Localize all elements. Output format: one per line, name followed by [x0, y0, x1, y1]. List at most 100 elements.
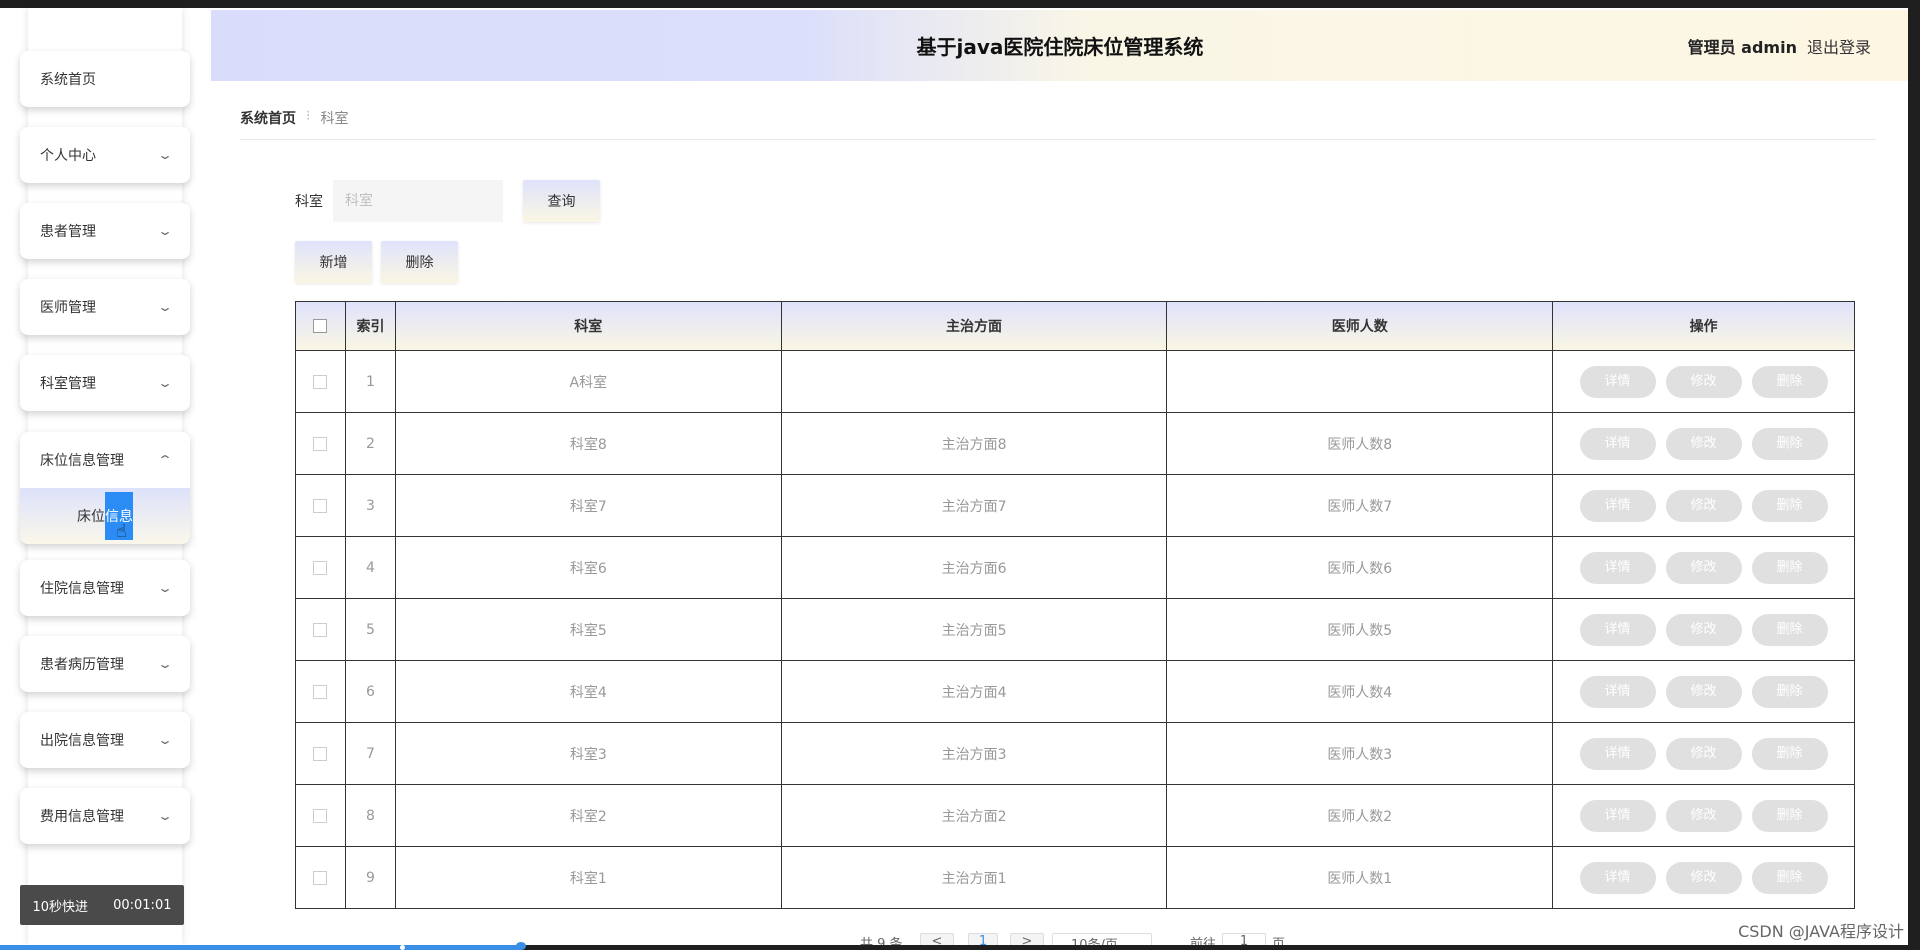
detail-button[interactable]: 详情 [1579, 675, 1656, 708]
query-button[interactable]: 查询 [523, 180, 600, 222]
sidebar-item-label: 患者管理 [40, 224, 96, 240]
delete-button[interactable]: 删除 [1751, 737, 1828, 770]
edit-button[interactable]: 修改 [1665, 675, 1742, 708]
window-top-bar [0, 0, 1920, 8]
sidebar-item-patient-management[interactable]: 患者管理 ⌄ [20, 203, 190, 259]
cell-department: 科室2 [394, 784, 782, 847]
cell-department: 科室7 [394, 474, 782, 537]
delete-button[interactable]: 删除 [1751, 613, 1828, 646]
sidebar-item-home[interactable]: 系统首页 [20, 51, 190, 107]
row-checkbox[interactable] [313, 560, 328, 575]
cell-actions: 详情 修改 删除 [1552, 722, 1855, 785]
playback-time: 00:01:01 [113, 897, 172, 913]
cell-department: 科室5 [394, 598, 782, 661]
column-header-doctor-count: 医师人数 [1166, 301, 1554, 351]
cell-index: 1 [344, 350, 396, 413]
row-checkbox[interactable] [313, 622, 328, 637]
row-checkbox[interactable] [313, 498, 328, 513]
delete-button[interactable]: 删除 [1751, 799, 1828, 832]
row-checkbox[interactable] [313, 436, 328, 451]
edit-button[interactable]: 修改 [1665, 799, 1742, 832]
detail-button[interactable]: 详情 [1579, 613, 1656, 646]
delete-button[interactable]: 删除 [1751, 427, 1828, 460]
cell-doctor-count: 医师人数6 [1166, 536, 1554, 599]
department-table: 索引 科室 主治方面 医师人数 操作 1 A科室 详情 修改 删除 2 科室8 主治方面8 医师… [295, 301, 1855, 909]
sidebar-item-admission-management[interactable]: 住院信息管理 ⌄ [20, 560, 190, 616]
detail-button[interactable]: 详情 [1579, 861, 1656, 894]
detail-button[interactable]: 详情 [1579, 737, 1656, 770]
breadcrumb-home[interactable]: 系统首页 [240, 108, 296, 128]
cell-department: 科室1 [394, 846, 782, 909]
sidebar-item-medical-record-management[interactable]: 患者病历管理 ⌄ [20, 636, 190, 692]
cell-specialty: 主治方面6 [780, 536, 1168, 599]
select-all-checkbox[interactable] [313, 319, 328, 333]
sidebar-item-label: 费用信息管理 [40, 809, 124, 825]
delete-button[interactable]: 删除 [1751, 365, 1828, 398]
cell-index: 8 [344, 784, 396, 847]
cell-actions: 详情 修改 删除 [1552, 536, 1855, 599]
delete-button[interactable]: 删除 [1751, 861, 1828, 894]
row-checkbox[interactable] [313, 808, 328, 823]
row-select-cell [295, 412, 346, 475]
video-progress-handle[interactable] [516, 942, 526, 950]
sidebar-item-bed-info-management[interactable]: 床位信息管理 ⌃ [20, 432, 190, 488]
sidebar-menu-bed-info: 床位信息管理 ⌃ 床位 信息 ☝ [20, 432, 190, 544]
cell-specialty: 主治方面8 [780, 412, 1168, 475]
edit-button[interactable]: 修改 [1665, 427, 1742, 460]
chevron-down-icon: ⌄ [156, 376, 174, 390]
edit-button[interactable]: 修改 [1665, 613, 1742, 646]
cell-department: A科室 [394, 350, 782, 413]
row-checkbox[interactable] [313, 684, 328, 699]
delete-button[interactable]: 删除 [1751, 675, 1828, 708]
row-select-cell [295, 350, 346, 413]
department-search-input[interactable] [333, 180, 503, 222]
column-header-actions: 操作 [1552, 301, 1855, 351]
edit-button[interactable]: 修改 [1665, 737, 1742, 770]
delete-button[interactable]: 删除 [1751, 489, 1828, 522]
cell-doctor-count: 医师人数4 [1166, 660, 1554, 723]
detail-button[interactable]: 详情 [1579, 365, 1656, 398]
sidebar-item-label: 床位信息管理 [40, 453, 124, 469]
sidebar-item-discharge-management[interactable]: 出院信息管理 ⌄ [20, 712, 190, 768]
detail-button[interactable]: 详情 [1579, 551, 1656, 584]
table-row: 4 科室6 主治方面6 医师人数6 详情 修改 删除 [295, 536, 1855, 599]
edit-button[interactable]: 修改 [1665, 551, 1742, 584]
cell-actions: 详情 修改 删除 [1552, 350, 1855, 413]
edit-button[interactable]: 修改 [1665, 365, 1742, 398]
cell-actions: 详情 修改 删除 [1552, 784, 1855, 847]
chevron-down-icon: ⌄ [156, 657, 174, 671]
chevron-down-icon: ⌄ [156, 224, 174, 238]
cell-specialty [780, 350, 1168, 413]
cell-index: 4 [344, 536, 396, 599]
edit-button[interactable]: 修改 [1665, 489, 1742, 522]
cell-index: 5 [344, 598, 396, 661]
row-checkbox[interactable] [313, 374, 328, 389]
sidebar-item-personal-center[interactable]: 个人中心 ⌄ [20, 127, 190, 183]
cell-department: 科室8 [394, 412, 782, 475]
chevron-down-icon: ⌄ [156, 148, 174, 162]
row-checkbox[interactable] [313, 746, 328, 761]
sidebar-subitem-bed-info[interactable]: 床位 信息 ☝ [20, 488, 190, 544]
top-header: 基于java医院住院床位管理系统 管理员 admin 退出登录 [211, 10, 1909, 81]
cell-specialty: 主治方面3 [780, 722, 1168, 785]
search-label: 科室 [295, 194, 323, 210]
sidebar-item-fee-management[interactable]: 费用信息管理 ⌄ [20, 788, 190, 844]
delete-button[interactable]: 删除 [1751, 551, 1828, 584]
table-row: 5 科室5 主治方面5 医师人数5 详情 修改 删除 [295, 598, 1855, 661]
cell-actions: 详情 修改 删除 [1552, 598, 1855, 661]
sidebar-item-department-management[interactable]: 科室管理 ⌄ [20, 355, 190, 411]
table-row: 7 科室3 主治方面3 医师人数3 详情 修改 删除 [295, 722, 1855, 785]
detail-button[interactable]: 详情 [1579, 427, 1656, 460]
window-right-edge [1908, 0, 1920, 950]
detail-button[interactable]: 详情 [1579, 799, 1656, 832]
sidebar-item-label: 系统首页 [40, 72, 96, 88]
edit-button[interactable]: 修改 [1665, 861, 1742, 894]
video-fast-forward-overlay[interactable]: 10秒快进 00:01:01 [20, 885, 184, 925]
sidebar-item-doctor-management[interactable]: 医师管理 ⌄ [20, 279, 190, 335]
batch-delete-button[interactable]: 删除 [381, 241, 458, 283]
detail-button[interactable]: 详情 [1579, 489, 1656, 522]
logout-link[interactable]: 退出登录 [1807, 34, 1871, 58]
row-checkbox[interactable] [313, 870, 328, 885]
add-button[interactable]: 新增 [295, 241, 372, 283]
cell-specialty: 主治方面7 [780, 474, 1168, 537]
